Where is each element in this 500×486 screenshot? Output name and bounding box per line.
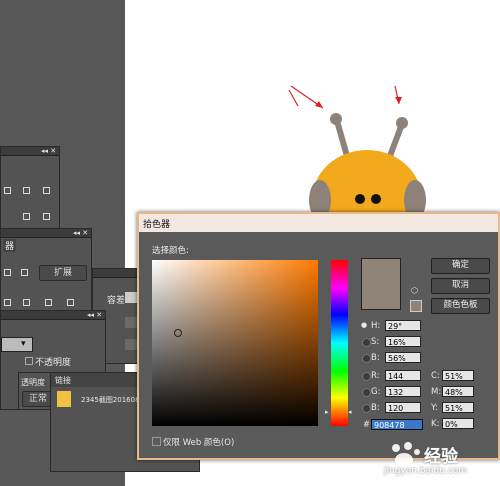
align-icon[interactable] [21, 185, 31, 195]
b-radio[interactable] [362, 354, 371, 363]
m-label: M: [431, 387, 442, 397]
h-label: H: [371, 321, 381, 331]
option-field[interactable] [125, 317, 137, 328]
k-label: K: [431, 419, 440, 429]
black-field[interactable]: 0% [442, 418, 474, 429]
brightness-field[interactable]: 56% [385, 352, 421, 363]
distribute-icon[interactable] [21, 211, 31, 221]
dialog-titlebar[interactable]: 拾色器 [139, 214, 498, 232]
paw-logo-icon [392, 442, 420, 467]
pathfinder-icon[interactable] [43, 297, 53, 307]
collapse-icon[interactable]: ◂◂ ✕ [73, 229, 88, 237]
expand-button[interactable]: 扩展 [39, 265, 87, 281]
tolerance-input[interactable] [125, 292, 137, 303]
distribute-icon[interactable] [41, 211, 51, 221]
saturation-field[interactable]: 16% [385, 336, 421, 347]
transform-icon[interactable] [19, 267, 29, 277]
swatches-button[interactable]: 颜色色板 [431, 298, 490, 314]
web-only-checkbox[interactable] [152, 437, 161, 446]
color-picker-dialog: 拾色器 选择颜色: ▸ ◂ ⬡ 确定 取消 颜色色板 ● H: 29° S: 1… [137, 212, 500, 460]
align-icon[interactable] [41, 185, 51, 195]
transparency-tab[interactable]: 透明度 [21, 377, 45, 388]
red-field[interactable]: 144 [385, 370, 421, 381]
align-icon[interactable] [2, 185, 12, 195]
dialog-title: 拾色器 [143, 220, 171, 230]
b-label: B: [371, 353, 380, 363]
g-label: G: [371, 387, 381, 397]
c-label: C: [431, 371, 440, 381]
r-label: R: [371, 371, 380, 381]
current-color-swatch [361, 258, 401, 310]
slider-arrow-right-icon[interactable]: ◂ [348, 408, 352, 416]
baidu-watermark: 经验 jingyan.baidu.com [384, 440, 496, 480]
bl-radio[interactable] [362, 404, 371, 413]
ok-button[interactable]: 确定 [431, 258, 490, 274]
panel-tab[interactable]: 器 [3, 239, 17, 252]
gamut-cube-icon[interactable]: ⬡ [411, 286, 418, 295]
collapse-icon[interactable]: ◂◂ ✕ [41, 147, 56, 155]
pathfinder-icon[interactable] [2, 297, 12, 307]
web-safe-swatch[interactable] [410, 300, 422, 312]
tolerance-label: 容差 [107, 296, 126, 306]
opacity-checkbox[interactable] [25, 357, 33, 365]
link-thumbnail [57, 391, 71, 407]
links-tab[interactable]: 链接 [55, 375, 71, 386]
pathfinder-icon[interactable] [65, 297, 75, 307]
collapse-icon[interactable]: ◂◂ ✕ [87, 311, 102, 319]
pathfinder-icon[interactable] [21, 297, 31, 307]
tool-panel-1: ◂◂ ✕ [0, 146, 60, 232]
blue-label: B: [371, 403, 380, 413]
saturation-brightness-field[interactable] [152, 260, 318, 426]
select-color-label: 选择颜色: [152, 246, 189, 256]
s-radio[interactable] [362, 338, 371, 347]
color-marker[interactable] [174, 329, 182, 337]
web-only-label: 仅限 Web 颜色(O) [163, 438, 235, 448]
watermark-site: jingyan.baidu.com [384, 466, 468, 476]
red-arrow-left [288, 89, 299, 107]
opacity-label: 不透明度 [35, 358, 72, 368]
green-field[interactable]: 132 [385, 386, 421, 397]
magenta-field[interactable]: 48% [442, 386, 474, 397]
link-item-name[interactable]: 2345截图2016082 [81, 395, 144, 405]
r-radio[interactable] [362, 372, 371, 381]
yellow-field[interactable]: 51% [442, 402, 474, 413]
hue-slider[interactable] [331, 260, 348, 426]
blend-mode-select[interactable] [1, 337, 33, 352]
g-radio[interactable] [362, 388, 371, 397]
s-label: S: [371, 337, 380, 347]
y-label: Y: [431, 403, 438, 413]
chevron-down-icon[interactable]: ▾ [21, 339, 26, 349]
radio-selected[interactable]: ● [361, 321, 367, 329]
cyan-field[interactable]: 51% [442, 370, 474, 381]
hue-field[interactable]: 29° [385, 320, 421, 331]
blue-field[interactable]: 120 [385, 402, 421, 413]
slider-arrow-left-icon[interactable]: ▸ [325, 408, 329, 416]
hex-label: # [363, 420, 371, 430]
panel-header[interactable] [93, 269, 138, 278]
watermark-text: 经验 [424, 447, 458, 467]
hex-field[interactable]: 908478 [371, 419, 423, 430]
option-field[interactable] [125, 339, 137, 350]
transform-icon[interactable] [2, 267, 12, 277]
cancel-button[interactable]: 取消 [431, 278, 490, 294]
tool-panel-2: ◂◂ ✕ 器 扩展 [0, 228, 92, 314]
